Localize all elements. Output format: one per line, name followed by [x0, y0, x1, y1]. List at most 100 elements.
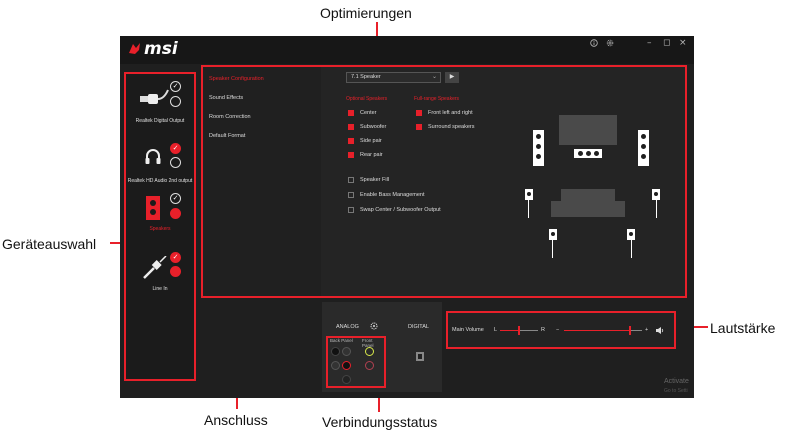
panel-info-icon[interactable] [416, 352, 424, 361]
checkbox-speaker-fill[interactable] [348, 177, 354, 183]
test-play-button[interactable]: ▶ [445, 72, 459, 83]
device-item-speakers[interactable]: ✓ Speakers [126, 188, 194, 254]
balance-left-label: L [494, 327, 498, 333]
balance-slider-thumb[interactable] [518, 326, 520, 335]
digital-label: DIGITAL [408, 324, 429, 330]
jack-front-headphone-icon [365, 347, 374, 356]
checkbox-label-front: Front left and right [428, 110, 473, 116]
line-in-cable-icon [143, 256, 167, 279]
speaker-rear-left-icon[interactable] [549, 229, 557, 240]
speaker-front-right-icon[interactable] [638, 130, 649, 166]
volume-slider-thumb[interactable] [629, 326, 632, 335]
main-volume-label: Main Volume [452, 327, 484, 333]
speaker-side-left-icon[interactable] [525, 189, 533, 200]
volume-plus-label: + [645, 327, 649, 333]
device-check-icon: ✓ [170, 143, 181, 154]
checkbox-label-speaker-fill: Speaker Fill [360, 177, 390, 183]
checkbox-label-subwoofer: Subwoofer [360, 124, 387, 130]
jack-active-icon [342, 361, 351, 370]
room-sofa-seat [551, 201, 625, 217]
device-mic-icon [170, 208, 181, 219]
device-check-icon: ✓ [170, 252, 181, 263]
speaker-stand [656, 200, 657, 218]
speaker-front-left-icon[interactable] [533, 130, 544, 166]
room-screen [559, 115, 617, 145]
checkbox-label-surround: Surround speakers [428, 124, 475, 130]
callout-lautstaerke: Lautstärke [710, 320, 776, 336]
checkbox-label-rear-pair: Rear pair [360, 152, 383, 158]
device-item-2nd-output[interactable]: ✓ Realtek HD Audio 2nd output [126, 136, 194, 196]
analog-label: ANALOG [336, 324, 359, 330]
checkbox-bass-management[interactable] [348, 192, 354, 198]
volume-slider-fill [564, 330, 631, 331]
checkbox-side-pair[interactable] [348, 138, 354, 144]
balance-right-label: R [541, 327, 545, 333]
title-bar: msi – ◻ × [120, 36, 694, 64]
checkbox-label-bass-management: Enable Bass Management [360, 192, 425, 198]
device-item-digital-output[interactable]: ✓ Realtek Digital Output [126, 76, 194, 136]
device-mic-icon [170, 96, 181, 107]
jack-icon [342, 347, 351, 356]
gear-icon[interactable] [606, 39, 614, 47]
speaker-stand [552, 240, 553, 258]
speaker-stand [528, 200, 529, 218]
speaker-center-icon[interactable] [574, 149, 602, 158]
speaker-config-select[interactable]: 7.1 Speaker ⌄ [346, 72, 441, 83]
device-sidebar: ✓ Realtek Digital Output ✓ Realtek HD Au… [124, 72, 196, 381]
device-label: Realtek HD Audio 2nd output [127, 178, 193, 184]
speaker-stand [631, 240, 632, 258]
volume-minus-label: − [556, 327, 560, 333]
minimize-button[interactable]: – [647, 38, 652, 48]
optimization-panel: Speaker Configuration Sound Effects Room… [201, 65, 687, 298]
device-item-line-in[interactable]: ✓ Line In [126, 246, 194, 312]
front-panel-label: Front Panel [362, 338, 374, 348]
tab-sound-effects[interactable]: Sound Effects [209, 95, 243, 101]
tab-speaker-configuration[interactable]: Speaker Configuration [209, 76, 264, 82]
checkbox-swap-center-sub[interactable] [348, 207, 354, 213]
info-icon[interactable] [590, 39, 598, 47]
app-logo: msi [144, 39, 178, 59]
app-window: msi – ◻ × ✓ Realtek Digital Output ✓ Rea… [120, 36, 694, 398]
headphones-icon [145, 149, 161, 164]
device-check-icon: ✓ [170, 193, 181, 204]
device-label: Speakers [149, 226, 171, 232]
balance-slider-fill [500, 330, 519, 331]
chevron-down-icon: ⌄ [431, 74, 437, 80]
volume-panel: Main Volume L R − + [446, 311, 676, 349]
callout-verbindungsstatus: Verbindungsstatus [322, 414, 438, 430]
checkbox-subwoofer[interactable] [348, 124, 354, 130]
jack-front-mic-icon [365, 361, 374, 370]
msi-dragon-logo-icon [129, 43, 140, 54]
device-check-icon: ✓ [170, 81, 181, 92]
device-label: Line In [152, 286, 168, 292]
checkbox-center[interactable] [348, 110, 354, 116]
jack-icon [331, 347, 340, 356]
connection-status-box: Back Panel Front Panel [326, 336, 386, 388]
speaker-side-right-icon[interactable] [652, 189, 660, 200]
optional-speakers-header: Optional Speakers [346, 96, 388, 102]
speaker-volume-icon[interactable] [655, 326, 665, 335]
close-button[interactable]: × [679, 38, 687, 48]
callout-optimierungen: Optimierungen [320, 5, 412, 21]
checkbox-rear-pair[interactable] [348, 152, 354, 158]
tab-column: Speaker Configuration Sound Effects Room… [203, 67, 321, 296]
jack-icon [331, 361, 340, 370]
back-panel-label: Back Panel [330, 338, 353, 343]
checkbox-label-swap-center-sub: Swap Center / Subwoofer Output [360, 207, 441, 213]
device-mic-icon [170, 157, 181, 168]
tab-room-correction[interactable]: Room Correction [209, 114, 251, 120]
connector-settings-icon[interactable] [370, 322, 378, 330]
device-label: Realtek Digital Output [135, 118, 185, 124]
speaker-rear-right-icon[interactable] [627, 229, 635, 240]
speaker-layout-diagram [521, 105, 671, 265]
tab-default-format[interactable]: Default Format [209, 133, 245, 139]
jack-icon [342, 375, 351, 384]
maximize-button[interactable]: ◻ [663, 38, 670, 48]
activation-watermark: Activate [664, 378, 689, 385]
checkbox-front-left-right[interactable] [416, 110, 422, 116]
optical-cable-icon [140, 89, 169, 104]
checkbox-surround-speakers[interactable] [416, 124, 422, 130]
callout-anschluss: Anschluss [204, 412, 268, 428]
checkbox-label-center: Center [360, 110, 377, 116]
fullrange-speakers-header: Full-range Speakers [414, 96, 460, 102]
